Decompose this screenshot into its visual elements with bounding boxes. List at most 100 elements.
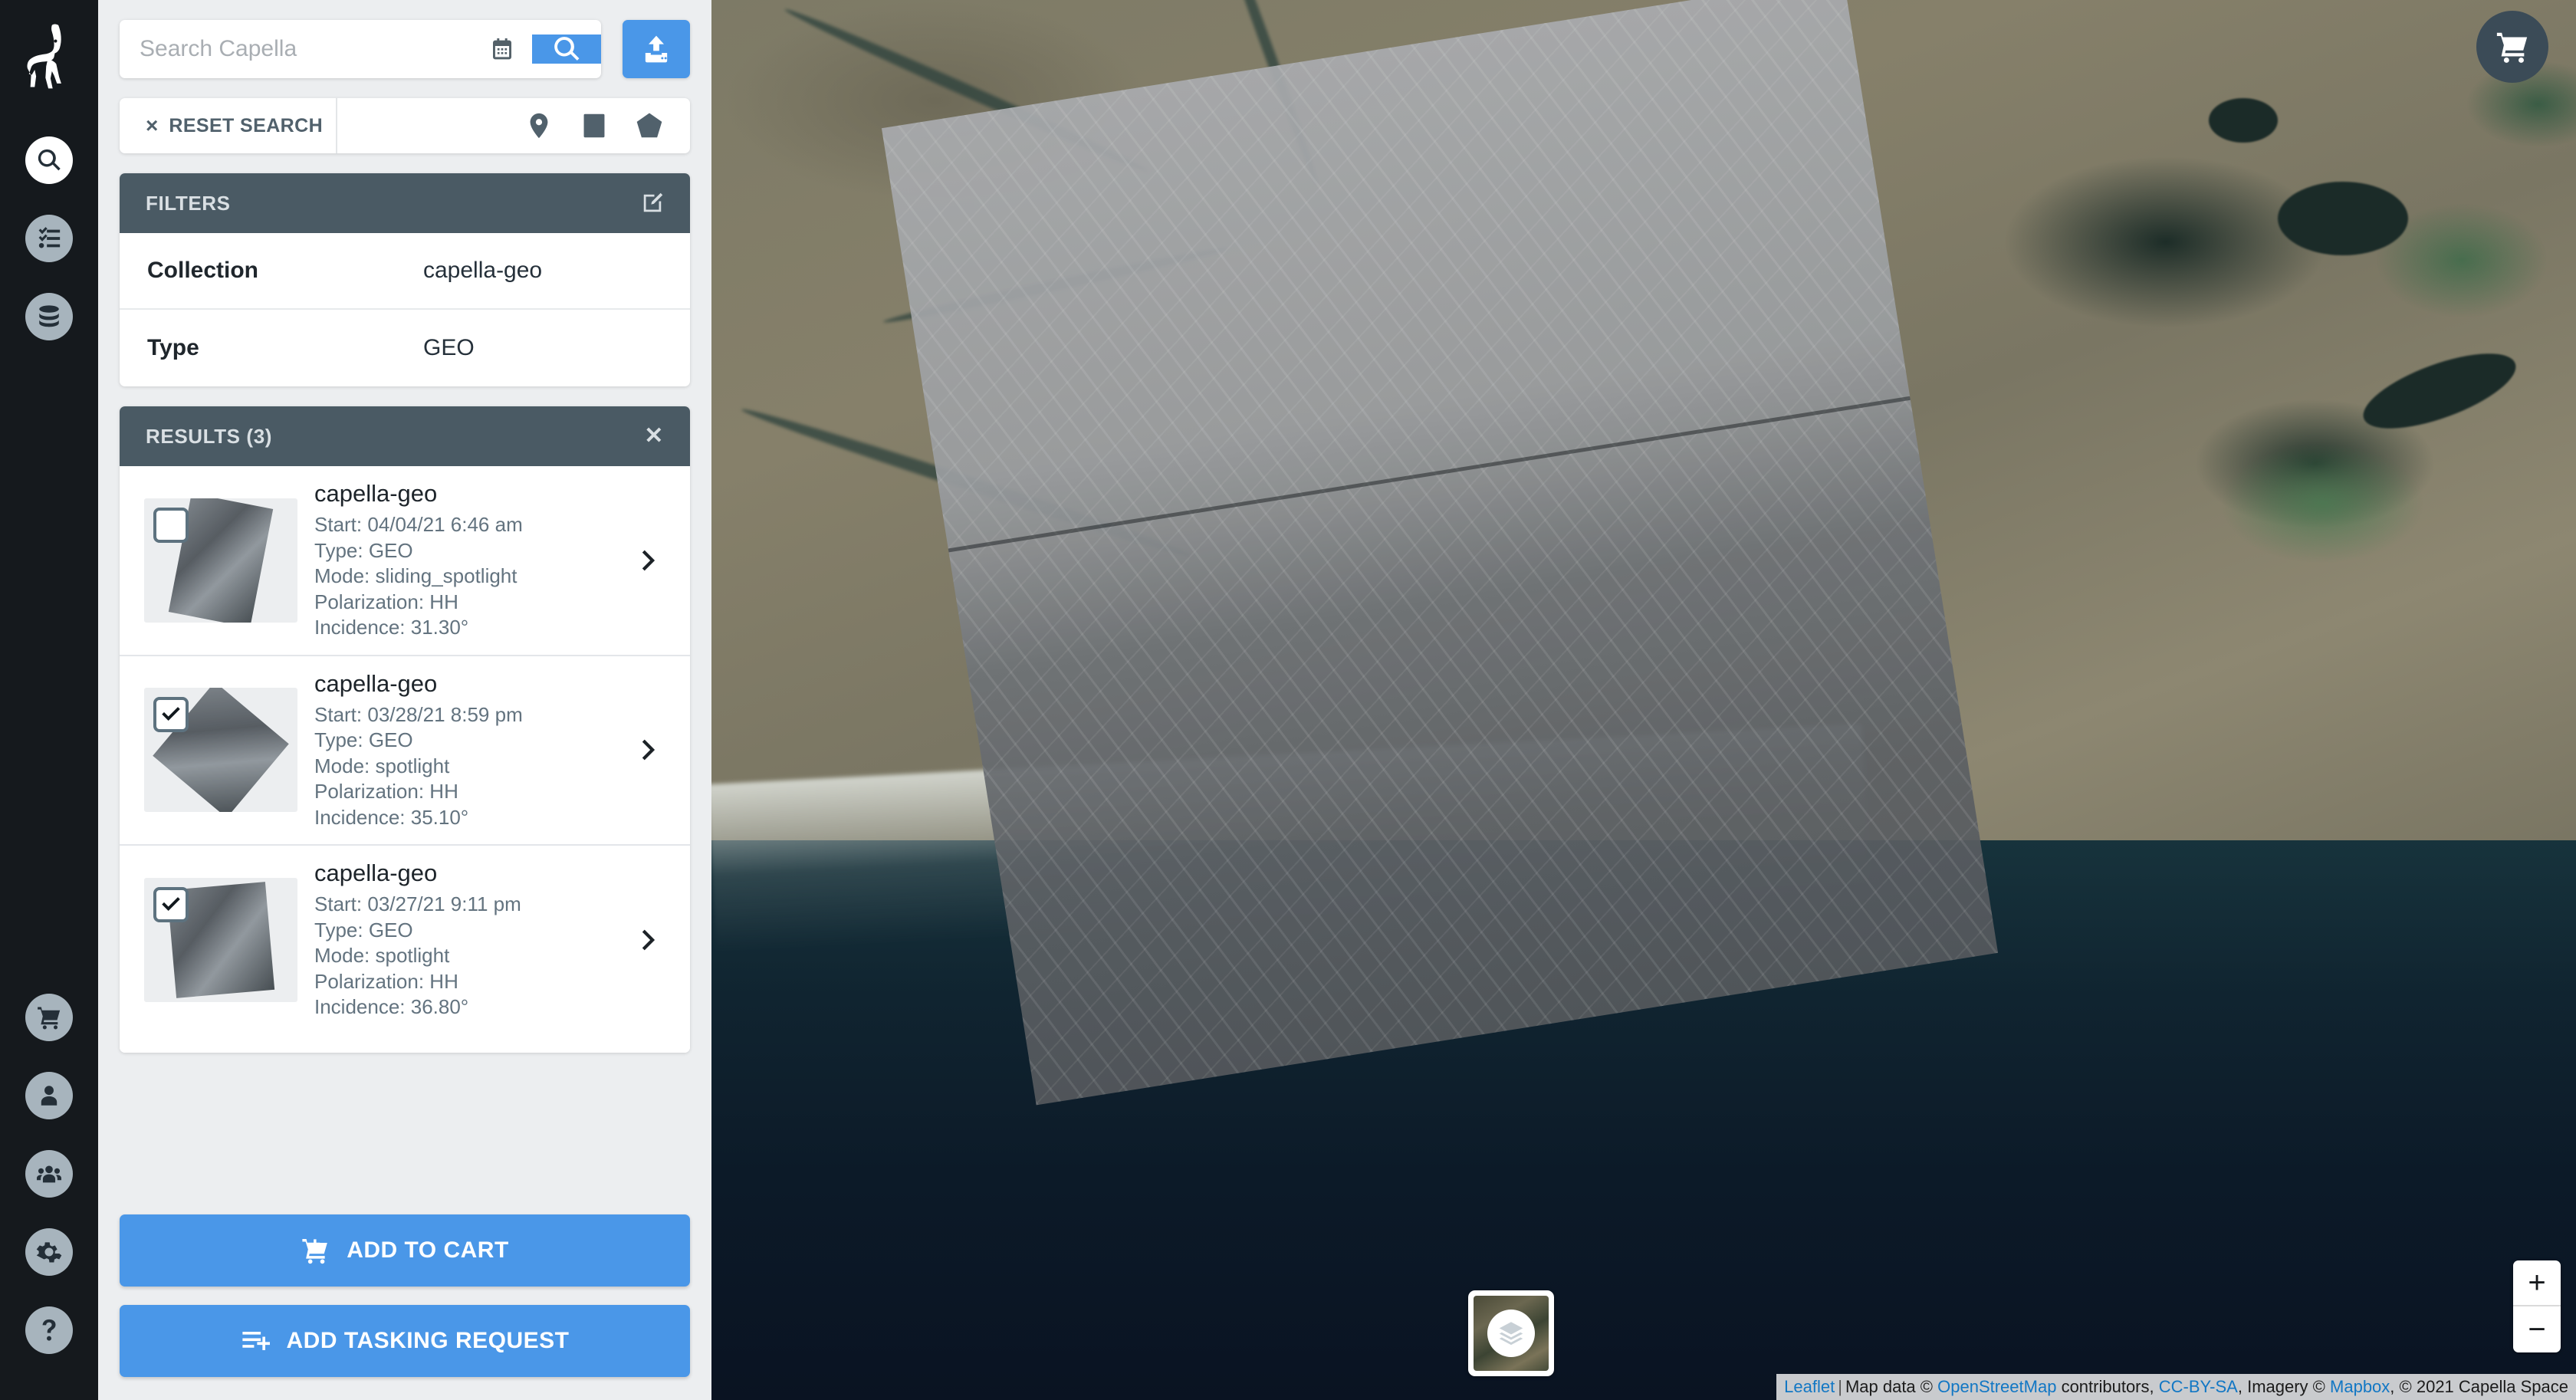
result-incidence: Incidence: 31.30° [314,616,469,639]
question-mark-icon [42,1319,56,1341]
zoom-in-button[interactable]: + [2513,1260,2561,1306]
upload-button[interactable] [623,20,690,78]
result-item[interactable]: capella-geo Start: 03/27/21 9:11 pm Type… [120,846,690,1034]
result-type: Type: GEO [314,538,413,562]
left-nav-rail [0,0,98,1400]
search-submit-button[interactable] [532,35,601,64]
cart-icon [38,1007,61,1030]
openstreetmap-link[interactable]: OpenStreetMap [1937,1377,2056,1396]
draw-tools [337,98,690,153]
search-icon [38,149,61,171]
result-polarization: Polarization: HH [314,590,458,613]
result-expand-button[interactable] [630,927,667,953]
result-mode: Mode: sliding_spotlight [314,564,518,588]
sidebar-item-search[interactable] [25,136,73,184]
layers-badge [1487,1310,1535,1357]
sidebar-item-organization[interactable] [25,1150,73,1198]
cart-plus-icon [302,1238,328,1264]
filter-value: capella-geo [423,258,543,283]
cc-by-sa-link[interactable]: CC-BY-SA [2159,1377,2238,1396]
reset-toolbar: × RESET SEARCH [120,98,690,153]
sar-scene-seam [948,396,1911,553]
filters-body: Collection capella-geo Type GEO [120,233,690,386]
capella-ibex-logo [24,20,74,97]
result-checkbox[interactable] [153,507,189,543]
app-root: × RESET SEARCH FILTERS [0,0,2576,1400]
filters-header: FILTERS [120,173,690,233]
result-checkbox[interactable] [153,697,189,733]
map-lake [2278,182,2409,256]
rectangle-tool-button[interactable] [580,111,609,140]
filter-row[interactable]: Collection capella-geo [120,233,690,310]
results-header: RESULTS (3) ✕ [120,406,690,466]
map-canvas[interactable]: + − Leaflet | Map data © OpenStreetMap con… [711,0,2576,1400]
result-item[interactable]: capella-geo Start: 04/04/21 6:46 am Type… [120,466,690,656]
reset-search-label: RESET SEARCH [169,114,324,136]
result-expand-button[interactable] [630,547,667,573]
sidebar-item-settings[interactable] [25,1228,73,1276]
add-to-cart-button[interactable]: ADD TO CART [120,1214,690,1287]
result-expand-button[interactable] [630,737,667,763]
result-mode: Mode: spotlight [314,944,450,968]
result-type: Type: GEO [314,728,413,752]
filter-value: GEO [423,335,475,360]
rectangle-icon [583,113,605,138]
map-attribution: Leaflet | Map data © OpenStreetMap contrib… [1776,1374,2576,1400]
result-item[interactable]: capella-geo Start: 03/28/21 8:59 pm Type… [120,656,690,846]
polygon-tool-button[interactable] [635,111,664,140]
attribution-copyright: , © 2021 Capella Space [2390,1377,2568,1396]
sidebar-item-data[interactable] [25,293,73,340]
attribution-contributors: contributors, [2061,1377,2154,1396]
search-icon [554,37,580,61]
marker-tool-button[interactable] [524,111,554,140]
filter-row[interactable]: Type GEO [120,310,690,386]
add-tasking-request-button[interactable]: ADD TASKING REQUEST [120,1305,690,1377]
result-checkbox[interactable] [153,887,189,923]
leaflet-link[interactable]: Leaflet [1784,1377,1835,1396]
result-mode: Mode: spotlight [314,754,450,777]
edit-filters-button[interactable] [641,192,664,215]
attribution-separator: | [1838,1377,1842,1396]
result-title: capella-geo [314,480,438,507]
sidebar-item-cart[interactable] [25,994,73,1041]
search-row [120,20,690,78]
close-results-button[interactable]: ✕ [644,425,664,448]
list-plus-icon [242,1331,270,1351]
gear-icon [36,1242,62,1263]
filters-card: FILTERS Collection capella-geo Type GEO [120,173,690,386]
users-icon [36,1165,62,1183]
zoom-out-button[interactable]: − [2513,1306,2561,1352]
result-title: capella-geo [314,669,438,697]
result-start: Start: 04/04/21 6:46 am [314,513,523,536]
map-pin-icon [530,113,548,139]
add-tasking-request-label: ADD TASKING REQUEST [286,1328,570,1353]
chevron-right-icon [642,929,656,951]
filter-key: Collection [147,258,259,283]
database-icon [39,305,59,327]
edit-pencil-icon [643,192,663,212]
result-metadata: capella-geo Start: 03/28/21 8:59 pm Type… [314,670,613,831]
result-title: capella-geo [314,859,438,887]
search-box [120,20,601,78]
layers-icon [1499,1322,1523,1346]
result-thumbnail [144,878,297,1003]
user-icon [41,1086,58,1106]
sidebar-item-help[interactable] [25,1306,73,1354]
calendar-icon [493,38,511,60]
sar-image-overlay[interactable] [881,0,1999,1106]
zoom-controls: + − [2513,1260,2561,1352]
chevron-right-icon [642,550,656,571]
sidebar-item-account[interactable] [25,1072,73,1119]
chevron-right-icon [642,740,656,761]
layers-control-button[interactable] [1468,1290,1554,1376]
calendar-button[interactable] [472,20,532,78]
map-cart-button[interactable] [2476,11,2548,83]
reset-search-button[interactable]: × RESET SEARCH [120,98,337,153]
mapbox-link[interactable]: Mapbox [2330,1377,2390,1396]
result-thumbnail [144,688,297,813]
layers-thumbnail [1474,1296,1549,1371]
upload-icon [645,35,668,63]
search-input[interactable] [120,20,472,78]
sidebar-item-tasks[interactable] [25,215,73,262]
attribution-map-data: Map data © [1845,1377,1933,1396]
